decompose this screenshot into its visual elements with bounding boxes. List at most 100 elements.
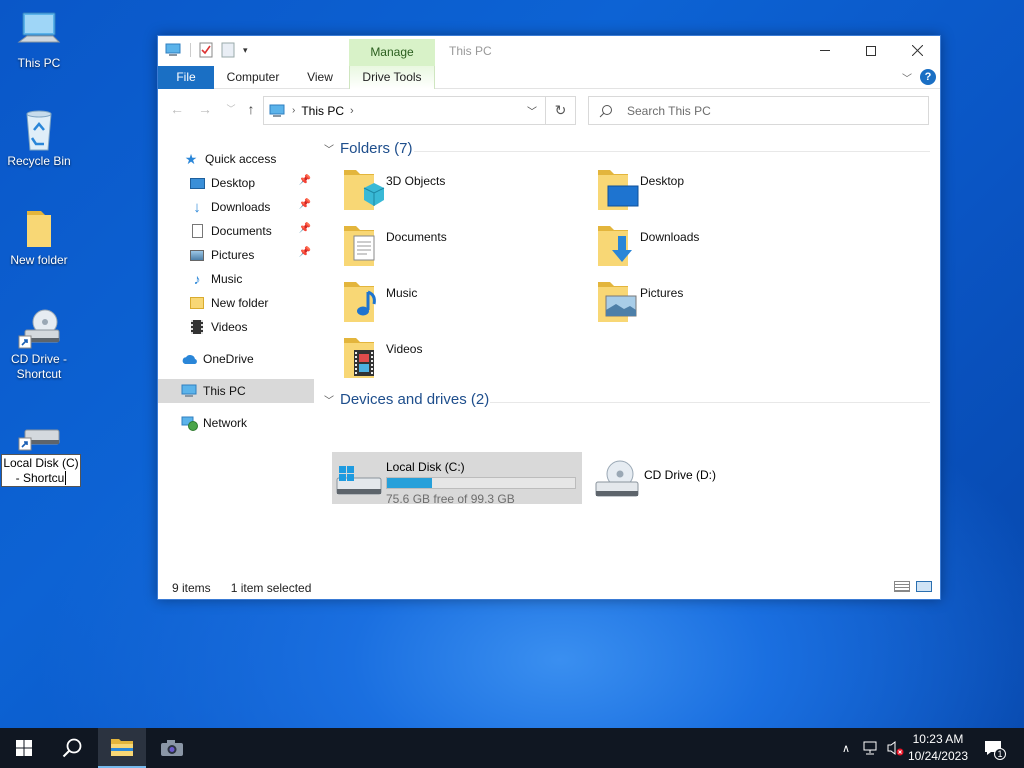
this-pc-icon	[15, 10, 63, 54]
drive-cd-d[interactable]: CD Drive (D:)	[590, 452, 830, 504]
system-clock[interactable]: 10:23 AM 10/24/2023	[908, 731, 968, 765]
search-icon	[62, 738, 82, 758]
nav-label: New folder	[211, 296, 269, 310]
computer-icon	[180, 383, 198, 399]
nav-onedrive[interactable]: OneDrive	[158, 347, 314, 371]
desktop-icon-cd-drive-shortcut[interactable]: CD Drive - Shortcut	[2, 306, 76, 382]
close-icon	[911, 45, 923, 56]
desktop-icon-this-pc[interactable]: This PC	[2, 10, 76, 71]
show-hidden-icons-button[interactable]: ∧	[836, 728, 856, 768]
desktop-folder-icon	[594, 166, 640, 212]
nav-documents[interactable]: Documents 📌	[158, 219, 314, 243]
text-cursor	[65, 471, 67, 485]
maximize-button[interactable]	[848, 36, 894, 65]
search-box[interactable]: Search This PC	[588, 96, 929, 125]
breadcrumb-this-pc[interactable]: This PC	[301, 104, 344, 118]
folder-desktop[interactable]: Desktop	[594, 166, 834, 216]
window-title: This PC	[449, 44, 492, 58]
star-icon: ★	[184, 150, 198, 167]
refresh-button[interactable]: ↻	[546, 96, 576, 125]
clock-date: 10/24/2023	[907, 749, 968, 763]
nav-desktop[interactable]: Desktop 📌	[158, 171, 314, 195]
back-button[interactable]: ←	[168, 100, 186, 118]
section-title: Devices and drives (2)	[340, 391, 490, 408]
notification-count-badge: 1	[994, 748, 1006, 760]
3d-objects-folder-icon	[340, 166, 386, 212]
nav-label: Quick access	[205, 152, 277, 166]
volume-muted-icon[interactable]	[884, 728, 906, 768]
nav-pictures[interactable]: Pictures 📌	[158, 243, 314, 267]
nav-network[interactable]: Network	[158, 411, 314, 435]
new-folder-qat-icon[interactable]	[221, 42, 235, 58]
desktop-icon-label: This PC	[17, 56, 61, 70]
expand-ribbon-icon[interactable]: ﹀	[902, 70, 912, 85]
tab-computer[interactable]: Computer	[220, 66, 286, 89]
desktop-icon-local-disk-shortcut[interactable]	[2, 420, 76, 454]
nav-music[interactable]: ♪ Music	[158, 267, 314, 291]
local-disk-shortcut-icon	[15, 420, 63, 452]
address-bar[interactable]: › This PC › ﹀	[263, 96, 546, 125]
nav-new-folder[interactable]: New folder	[158, 291, 314, 315]
start-button[interactable]	[0, 728, 48, 768]
desktop-icon-new-folder[interactable]: New folder	[2, 207, 76, 268]
folder-icon	[188, 295, 206, 311]
search-button[interactable]	[48, 728, 96, 768]
ribbon-tabs: File Computer View Drive Tools ﹀ ?	[158, 66, 940, 89]
nav-label: This PC	[203, 384, 246, 398]
windows-logo-icon	[16, 740, 32, 756]
content-pane: ﹀ Folders (7) 3D Objects Desktop Documen…	[318, 130, 940, 576]
large-icons-view-icon[interactable]	[916, 581, 932, 592]
details-view-icon[interactable]	[894, 581, 910, 592]
tab-drive-tools[interactable]: Drive Tools	[349, 66, 435, 89]
folder-pictures[interactable]: Pictures	[594, 278, 834, 328]
tab-file[interactable]: File	[158, 66, 214, 89]
network-icon	[180, 415, 198, 431]
folders-section-header[interactable]: ﹀ Folders (7)	[324, 140, 413, 157]
forward-button[interactable]: →	[196, 100, 214, 118]
close-button[interactable]	[894, 36, 940, 65]
file-explorer-icon	[111, 739, 133, 756]
help-icon[interactable]: ?	[920, 69, 936, 85]
folder-videos[interactable]: Videos	[340, 334, 580, 384]
folder-label: Music	[386, 286, 418, 300]
manage-contextual-tab[interactable]: Manage	[349, 39, 435, 66]
clock-time: 10:23 AM	[912, 732, 964, 746]
search-icon	[599, 104, 612, 117]
customize-qat-icon[interactable]: ▾	[243, 45, 248, 56]
quick-access-toolbar: ▾	[164, 42, 248, 58]
cloud-icon	[180, 351, 198, 367]
refresh-icon: ↻	[554, 102, 567, 118]
nav-videos[interactable]: Videos	[158, 315, 314, 339]
rename-text-line1: Local Disk (C)	[3, 456, 79, 470]
address-dropdown-icon[interactable]: ﹀	[527, 103, 537, 118]
recent-locations-button[interactable]: ﹀	[222, 100, 240, 118]
up-button[interactable]: ↑	[242, 100, 260, 118]
rename-text-field[interactable]: Local Disk (C) - Shortcu	[1, 454, 81, 487]
folder-downloads[interactable]: Downloads	[594, 222, 834, 272]
nav-quick-access[interactable]: ★ Quick access	[158, 147, 314, 171]
action-center-button[interactable]: 1	[978, 728, 1008, 768]
folder-music[interactable]: Music	[340, 278, 580, 328]
rename-text-value: - Shortcu	[15, 471, 65, 485]
desktop-icon-recycle-bin[interactable]: Recycle Bin	[2, 108, 76, 169]
this-pc-address-icon	[268, 104, 286, 118]
pin-icon: 📌	[298, 175, 311, 186]
minimize-button[interactable]	[802, 36, 848, 65]
network-status-icon[interactable]	[860, 728, 882, 768]
folder-3d-objects[interactable]: 3D Objects	[340, 166, 580, 216]
nav-this-pc[interactable]: This PC	[158, 379, 314, 403]
tab-view[interactable]: View	[300, 66, 340, 89]
drive-local-disk-c[interactable]: Local Disk (C:) 75.6 GB free of 99.3 GB	[332, 452, 582, 506]
nav-label: Pictures	[211, 248, 255, 262]
cd-drive-icon	[590, 452, 644, 504]
folder-documents[interactable]: Documents	[340, 222, 580, 272]
desktop-icon-label: Recycle Bin	[7, 154, 71, 168]
taskbar-file-explorer[interactable]	[98, 728, 146, 768]
nav-downloads[interactable]: ↓ Downloads 📌	[158, 195, 314, 219]
nav-label: Videos	[211, 320, 248, 334]
taskbar-camera[interactable]	[148, 728, 196, 768]
videos-folder-icon	[340, 334, 386, 380]
properties-icon[interactable]	[199, 42, 213, 58]
view-toggle	[894, 581, 932, 592]
devices-section-header[interactable]: ﹀ Devices and drives (2)	[324, 391, 489, 408]
